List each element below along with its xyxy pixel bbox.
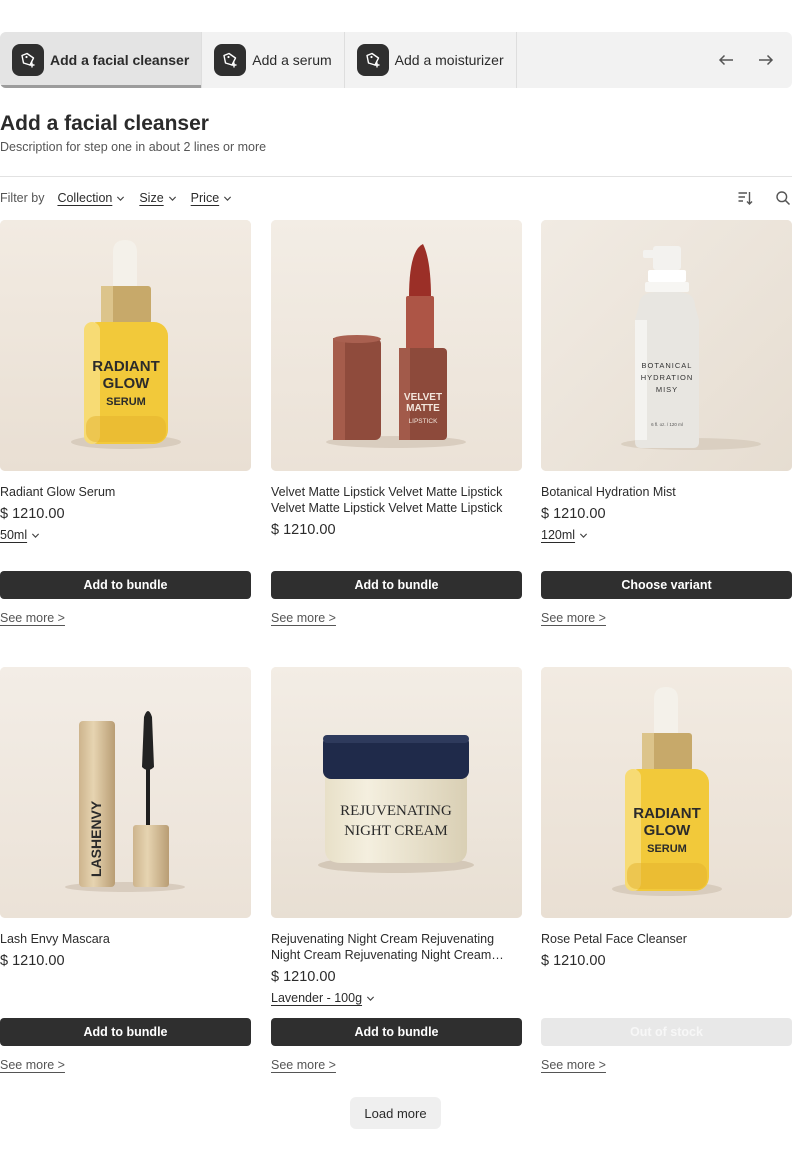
- tab-label: Add a facial cleanser: [50, 52, 190, 68]
- filter-bar: Filter by Collection Size Price: [0, 189, 792, 207]
- arrow-left-icon[interactable]: [714, 48, 738, 72]
- filter-price-label: Price: [190, 191, 220, 205]
- step-tabs: Add a facial cleanser Add a serum Add a …: [0, 32, 792, 88]
- filter-price[interactable]: Price: [191, 191, 232, 205]
- image-label: NIGHT CREAM: [344, 823, 447, 839]
- add-to-bundle-button[interactable]: Add to bundle: [271, 571, 522, 599]
- chevron-down-icon: [168, 195, 176, 201]
- product-title[interactable]: Botanical Hydration Mist: [541, 484, 792, 500]
- image-label: REJUVENATING: [340, 803, 452, 819]
- sort-icon[interactable]: [736, 189, 754, 207]
- product-price: $ 1210.00: [0, 506, 65, 522]
- variant-label: 120ml: [541, 528, 576, 542]
- add-to-bundle-button[interactable]: Add to bundle: [271, 1018, 522, 1046]
- image-label: GLOW: [103, 375, 150, 392]
- filter-collection[interactable]: Collection: [57, 191, 125, 205]
- variant-label: Lavender - 100g: [271, 991, 363, 1005]
- product-title[interactable]: Radiant Glow Serum: [0, 484, 251, 500]
- product-card-velvet-matte: VELVET MATTE LIPSTICK Velvet Matte Lipst…: [271, 220, 522, 625]
- mist-bottle-image: BOTANICAL HYDRATION MISY 6 fl. oz. / 120…: [541, 220, 792, 471]
- variant-label: 50ml: [0, 528, 28, 542]
- filter-size[interactable]: Size: [139, 191, 176, 205]
- filter-label: Filter by: [0, 191, 45, 205]
- variant-selector[interactable]: 120ml: [541, 528, 588, 542]
- image-label: GLOW: [644, 822, 691, 839]
- product-price: $ 1210.00: [541, 953, 606, 969]
- chevron-down-icon: [32, 532, 40, 538]
- chevron-down-icon: [366, 995, 375, 1001]
- image-label: VELVET: [404, 392, 442, 403]
- product-price: $ 1210.00: [271, 969, 336, 985]
- product-card-radiant-glow: RADIANT GLOW SERUM Radiant Glow Serum $ …: [0, 220, 251, 625]
- tab-facial-cleanser[interactable]: Add a facial cleanser: [0, 32, 203, 88]
- product-title[interactable]: Lash Envy Mascara: [0, 931, 251, 947]
- product-image[interactable]: REJUVENATING NIGHT CREAM: [271, 667, 522, 918]
- image-label: SERUM: [106, 396, 146, 408]
- add-to-bundle-button[interactable]: Add to bundle: [0, 571, 251, 599]
- filter-collection-label: Collection: [57, 191, 113, 205]
- see-more-link[interactable]: See more >: [0, 1058, 65, 1072]
- variant-selector[interactable]: Lavender - 100g: [271, 991, 375, 1005]
- product-title[interactable]: Rejuvenating Night Cream Rejuvenating Ni…: [271, 931, 522, 963]
- divider: [0, 176, 792, 177]
- image-label: RADIANT: [633, 805, 701, 822]
- product-price: $ 1210.00: [0, 953, 65, 969]
- product-image[interactable]: RADIANT GLOW SERUM: [541, 667, 792, 918]
- image-label: MATTE: [406, 403, 440, 414]
- add-tag-icon: [12, 44, 44, 76]
- product-image[interactable]: BOTANICAL HYDRATION MISY 6 fl. oz. / 120…: [541, 220, 792, 471]
- product-title[interactable]: Rose Petal Face Cleanser: [541, 931, 792, 947]
- see-more-link[interactable]: See more >: [541, 611, 606, 625]
- image-label: HYDRATION: [641, 373, 694, 382]
- product-image[interactable]: VELVET MATTE LIPSTICK: [271, 220, 522, 471]
- load-more-button[interactable]: Load more: [350, 1097, 441, 1129]
- serum-bottle-image: RADIANT GLOW SERUM: [0, 220, 251, 471]
- image-label: LIPSTICK: [409, 418, 439, 425]
- product-price: $ 1210.00: [271, 522, 336, 538]
- tab-serum[interactable]: Add a serum: [202, 32, 345, 88]
- product-card-rose-petal: RADIANT GLOW SERUM Rose Petal Face Clean…: [541, 667, 792, 1072]
- add-tag-icon: [214, 44, 247, 76]
- see-more-link[interactable]: See more >: [0, 611, 65, 625]
- out-of-stock-button: Out of stock: [541, 1018, 792, 1046]
- tab-navigation: [714, 32, 792, 88]
- arrow-right-icon[interactable]: [754, 48, 778, 72]
- product-price: $ 1210.00: [541, 506, 606, 522]
- product-card-lash-envy: LASHENVY Lash Envy Mascara $ 1210.00 Add…: [0, 667, 251, 1072]
- image-label: LASHENVY: [88, 800, 104, 877]
- product-image[interactable]: RADIANT GLOW SERUM: [0, 220, 251, 471]
- see-more-link[interactable]: See more >: [271, 1058, 336, 1072]
- product-title[interactable]: Velvet Matte Lipstick Velvet Matte Lipst…: [271, 484, 522, 516]
- lipstick-image: VELVET MATTE LIPSTICK: [271, 220, 522, 471]
- tab-label: Add a moisturizer: [394, 52, 504, 68]
- tab-moisturizer[interactable]: Add a moisturizer: [345, 32, 517, 88]
- tab-label: Add a serum: [252, 52, 332, 68]
- image-label: SERUM: [647, 843, 687, 855]
- product-card-night-cream: REJUVENATING NIGHT CREAM Rejuvenating Ni…: [271, 667, 522, 1072]
- see-more-link[interactable]: See more >: [271, 611, 336, 625]
- page-title: Add a facial cleanser: [0, 112, 209, 135]
- chevron-down-icon: [224, 195, 232, 201]
- serum-bottle-image: RADIANT GLOW SERUM: [541, 667, 792, 918]
- image-label: 6 fl. oz. / 120 ml: [651, 422, 683, 427]
- image-label: BOTANICAL: [642, 361, 693, 370]
- filter-size-label: Size: [139, 191, 164, 205]
- choose-variant-button[interactable]: Choose variant: [541, 571, 792, 599]
- product-image[interactable]: LASHENVY: [0, 667, 251, 918]
- chevron-down-icon: [117, 195, 125, 201]
- search-icon[interactable]: [774, 189, 792, 207]
- add-tag-icon: [356, 44, 389, 76]
- add-to-bundle-button[interactable]: Add to bundle: [0, 1018, 251, 1046]
- variant-selector[interactable]: 50ml: [0, 528, 40, 542]
- mascara-image: LASHENVY: [0, 667, 251, 918]
- filter-tools: [736, 189, 792, 207]
- product-card-botanical-mist: BOTANICAL HYDRATION MISY 6 fl. oz. / 120…: [541, 220, 792, 625]
- see-more-link[interactable]: See more >: [541, 1058, 606, 1072]
- cream-jar-image: REJUVENATING NIGHT CREAM: [271, 667, 522, 918]
- image-label: MISY: [656, 385, 678, 394]
- chevron-down-icon: [579, 532, 588, 538]
- image-label: RADIANT: [92, 358, 160, 375]
- page-description: Description for step one in about 2 line…: [0, 140, 267, 154]
